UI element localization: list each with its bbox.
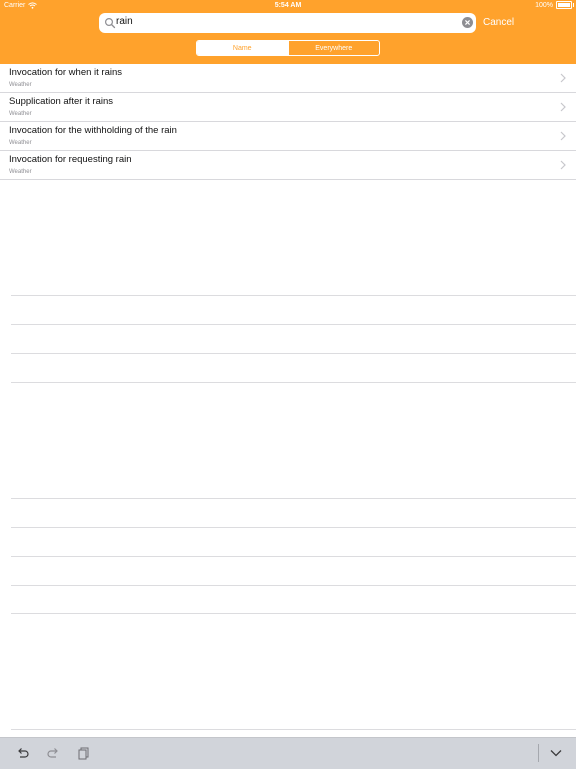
divider (11, 527, 576, 528)
divider (11, 613, 576, 614)
divider (11, 585, 576, 586)
result-subtitle: Weather (9, 140, 32, 146)
search-field[interactable]: rain (99, 13, 476, 33)
toolbar-divider (538, 744, 539, 762)
divider (11, 556, 576, 557)
chevron-right-icon (560, 102, 566, 112)
status-time: 5:54 AM (274, 2, 302, 9)
redo-icon[interactable] (46, 746, 60, 760)
scope-everywhere-segment[interactable]: Everywhere (287, 41, 380, 55)
undo-icon[interactable] (16, 746, 30, 760)
result-row[interactable]: Invocation for when it rains Weather (0, 64, 576, 93)
divider (11, 353, 576, 354)
result-title: Invocation for the withholding of the ra… (9, 125, 177, 136)
result-row[interactable]: Invocation for the withholding of the ra… (0, 122, 576, 151)
chevron-down-icon[interactable] (549, 746, 563, 760)
status-battery: 100% (535, 1, 574, 9)
result-subtitle: Weather (9, 169, 32, 175)
chevron-right-icon (560, 73, 566, 83)
search-icon (104, 17, 116, 29)
result-title: Invocation for when it rains (9, 67, 123, 78)
scope-name-segment[interactable]: Name (197, 41, 288, 55)
cancel-button[interactable]: Cancel (483, 17, 514, 28)
result-row[interactable]: Supplication after it rains Weather (0, 93, 576, 122)
divider (11, 498, 576, 499)
header: Carrier 5:54 AM 100% rain Cancel Name Ev… (0, 0, 576, 64)
clear-icon[interactable] (462, 17, 473, 28)
search-input[interactable]: rain (116, 16, 133, 27)
result-title: Invocation for requesting rain (9, 154, 132, 165)
result-subtitle: Weather (9, 111, 32, 117)
battery-percent: 100% (535, 1, 553, 9)
divider (11, 382, 576, 383)
divider (11, 324, 576, 325)
scope-segmented-control[interactable]: Name Everywhere (196, 40, 380, 56)
chevron-right-icon (560, 131, 566, 141)
paste-icon[interactable] (77, 746, 91, 760)
result-list: Invocation for when it rains Weather Sup… (0, 64, 576, 180)
divider (11, 295, 576, 296)
divider (11, 729, 576, 730)
keyboard-toolbar (0, 737, 576, 769)
battery-icon (556, 1, 574, 9)
status-bar: Carrier 5:54 AM 100% (0, 0, 576, 12)
result-title: Supplication after it rains (9, 96, 114, 107)
result-row[interactable]: Invocation for requesting rain Weather (0, 151, 576, 180)
result-subtitle: Weather (9, 82, 32, 88)
chevron-right-icon (560, 160, 566, 170)
